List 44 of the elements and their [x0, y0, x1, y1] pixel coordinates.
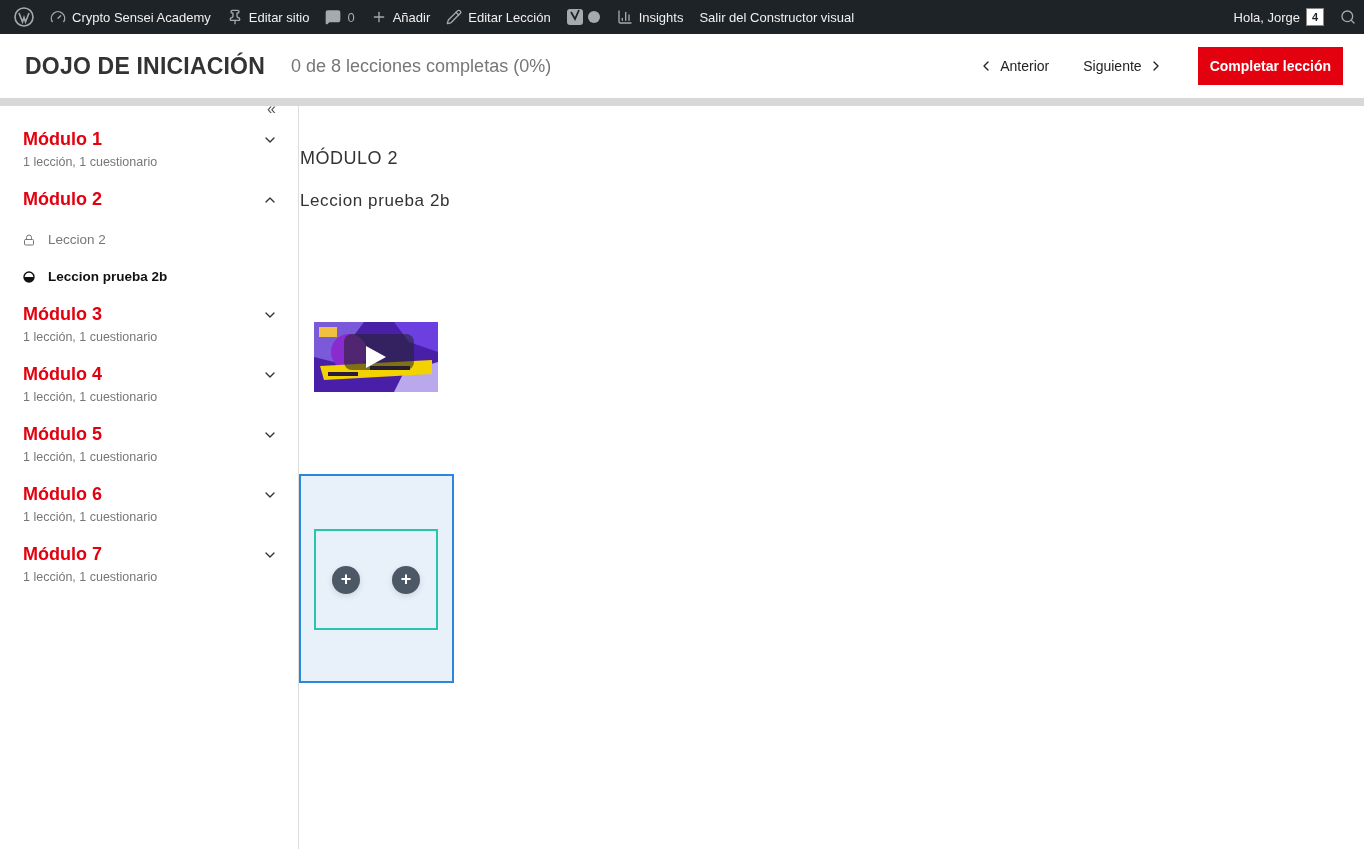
module-title[interactable]: Módulo 6	[23, 484, 102, 505]
course-title: DOJO DE INICIACIÓN	[25, 52, 265, 80]
dashboard-icon	[50, 9, 66, 25]
yoast-icon[interactable]	[566, 8, 601, 26]
collapse-sidebar-button[interactable]: «	[267, 100, 276, 118]
module-title[interactable]: Módulo 1	[23, 129, 102, 150]
add-module-button[interactable]: +	[392, 565, 420, 594]
lesson-link[interactable]: Leccion prueba 2b	[23, 269, 278, 284]
lock-icon	[23, 233, 35, 246]
module-title[interactable]: Módulo 7	[23, 544, 102, 565]
next-link[interactable]: Siguiente	[1083, 58, 1164, 74]
module-summary: 1 lección, 1 cuestionario	[23, 570, 159, 584]
account-link[interactable]: Hola, Jorge 4	[1225, 0, 1332, 34]
admin-bar-link[interactable]: Añadir	[362, 0, 439, 34]
bar-chart-icon	[616, 9, 633, 25]
pencil-icon	[446, 9, 463, 25]
admin-bar-link[interactable]: Editar Lección	[438, 0, 559, 34]
module-summary: 1 lección, 1 cuestionario	[23, 510, 159, 524]
add-module-button[interactable]: +	[332, 565, 360, 594]
lesson-link[interactable]: Leccion 2	[23, 232, 278, 247]
search-icon[interactable]	[1340, 9, 1356, 25]
admin-bar-link[interactable]: 0	[317, 0, 363, 34]
module-summary: 1 lección, 1 cuestionario	[23, 390, 159, 404]
previous-link[interactable]: Anterior	[978, 58, 1050, 74]
module-summary: 1 lección, 1 cuestionario	[23, 450, 159, 464]
half-circle-icon	[23, 270, 35, 283]
module-title[interactable]: Módulo 5	[23, 424, 102, 445]
module-heading: MÓDULO 2	[300, 148, 399, 169]
comment-icon	[325, 9, 342, 25]
module-title[interactable]: Módulo 4	[23, 364, 102, 385]
admin-bar-link[interactable]: Salir del Constructor visual	[691, 0, 863, 34]
complete-lesson-button[interactable]: Completar lección	[1197, 47, 1343, 85]
avatar: 4	[1306, 8, 1324, 26]
admin-bar-link[interactable]: Crypto Sensei Academy	[42, 0, 219, 34]
module-summary: 1 lección, 1 cuestionario	[23, 330, 159, 344]
lesson-title: Leccion prueba 2b	[300, 191, 451, 211]
module-title[interactable]: Módulo 3	[23, 304, 102, 325]
progress-text: 0 de 8 lecciones completas (0%)	[291, 55, 552, 77]
wordpress-logo-icon[interactable]	[14, 7, 34, 27]
admin-bar-link[interactable]: Insights	[608, 0, 692, 34]
module-summary: 1 lección, 1 cuestionario	[23, 155, 159, 169]
module-title[interactable]: Módulo 2	[23, 189, 102, 210]
play-icon[interactable]	[364, 344, 388, 370]
admin-bar-link[interactable]: Editar sitio	[218, 0, 318, 34]
